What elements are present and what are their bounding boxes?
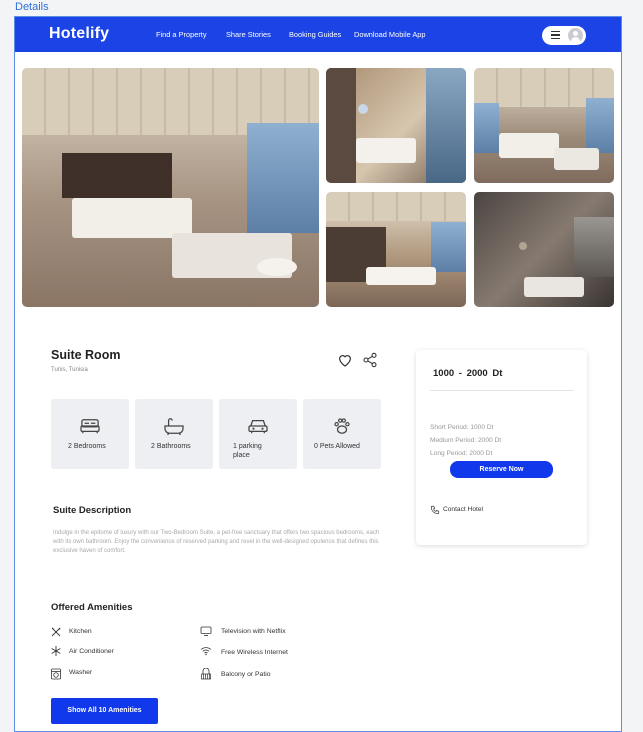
- feature-parking: 1 parking place: [219, 399, 297, 469]
- description-text: Indulge in the epitome of luxury with ou…: [53, 530, 380, 554]
- logo[interactable]: Hotelify: [49, 25, 109, 43]
- amenity-television: Television with Netflix: [221, 628, 286, 635]
- television-icon: [200, 626, 212, 636]
- gallery-photo-dining-room[interactable]: [326, 192, 466, 307]
- top-navbar: Hotelify Find a Property Share Stories B…: [15, 17, 621, 52]
- price-range: 1000 - 2000 Dt: [433, 368, 503, 379]
- nav-link-download-app[interactable]: Download Mobile App: [354, 30, 426, 39]
- description-title: Suite Description: [53, 505, 132, 516]
- user-avatar-icon: [568, 28, 583, 43]
- divider: [430, 390, 574, 391]
- gallery-photo-suite-bedroom[interactable]: [22, 68, 319, 307]
- car-icon: [248, 419, 268, 434]
- amenity-washer: Washer: [69, 669, 93, 676]
- amenity-air-conditioner: Air Conditioner: [69, 648, 114, 655]
- contact-hotel-link[interactable]: Contact Hotel: [443, 506, 483, 513]
- gallery-photo-shower-room[interactable]: [474, 192, 614, 307]
- amenity-kitchen: Kitchen: [69, 628, 92, 635]
- long-period-price: Long Period: 2000 Dt: [430, 450, 493, 457]
- gallery-photo-bathroom[interactable]: [326, 68, 466, 183]
- amenities-title: Offered Amenities: [51, 602, 133, 613]
- wifi-icon: [200, 647, 212, 656]
- nav-link-booking-guides[interactable]: Booking Guides: [289, 30, 341, 39]
- bed-icon: [80, 419, 100, 434]
- short-period-price: Short Period: 1000 Dt: [430, 424, 494, 431]
- balcony-icon: [201, 668, 211, 680]
- washer-icon: [51, 668, 61, 680]
- feature-label: 2 Bedrooms: [68, 443, 106, 450]
- property-location: Tunis, Tunisia: [51, 367, 88, 373]
- heart-icon[interactable]: [337, 352, 353, 368]
- amenity-balcony: Balcony or Patio: [221, 671, 271, 678]
- feature-label: 1 parking place: [233, 443, 262, 459]
- show-all-amenities-button[interactable]: Show All 10 Amenities: [51, 698, 158, 724]
- kitchen-icon: [51, 627, 61, 637]
- property-title: Suite Room: [51, 348, 121, 362]
- hamburger-icon: [551, 31, 560, 40]
- medium-period-price: Medium Period: 2000 Dt: [430, 437, 502, 444]
- feature-pets: 0 Pets Allowed: [303, 399, 381, 469]
- bathtub-icon: [164, 418, 184, 435]
- paw-icon: [334, 418, 350, 434]
- gallery-photo-bedroom-view[interactable]: [474, 68, 614, 183]
- snowflake-icon: [51, 646, 61, 656]
- user-menu-button[interactable]: [542, 26, 586, 45]
- share-icon[interactable]: [362, 352, 378, 368]
- frame-label: Details: [15, 1, 49, 13]
- nav-link-find-property[interactable]: Find a Property: [156, 30, 207, 39]
- feature-bedrooms: 2 Bedrooms: [51, 399, 129, 469]
- booking-card: 1000 - 2000 Dt Short Period: 1000 Dt Med…: [416, 350, 587, 545]
- details-frame: Hotelify Find a Property Share Stories B…: [14, 16, 622, 732]
- amenity-wireless-internet: Free Wireless Internet: [221, 649, 288, 656]
- feature-bathrooms: 2 Bathrooms: [135, 399, 213, 469]
- feature-label: 0 Pets Allowed: [314, 443, 360, 450]
- reserve-now-button[interactable]: Reserve Now: [450, 461, 553, 478]
- nav-link-share-stories[interactable]: Share Stories: [226, 30, 271, 39]
- phone-icon: [430, 505, 440, 515]
- feature-label: 2 Bathrooms: [151, 443, 191, 450]
